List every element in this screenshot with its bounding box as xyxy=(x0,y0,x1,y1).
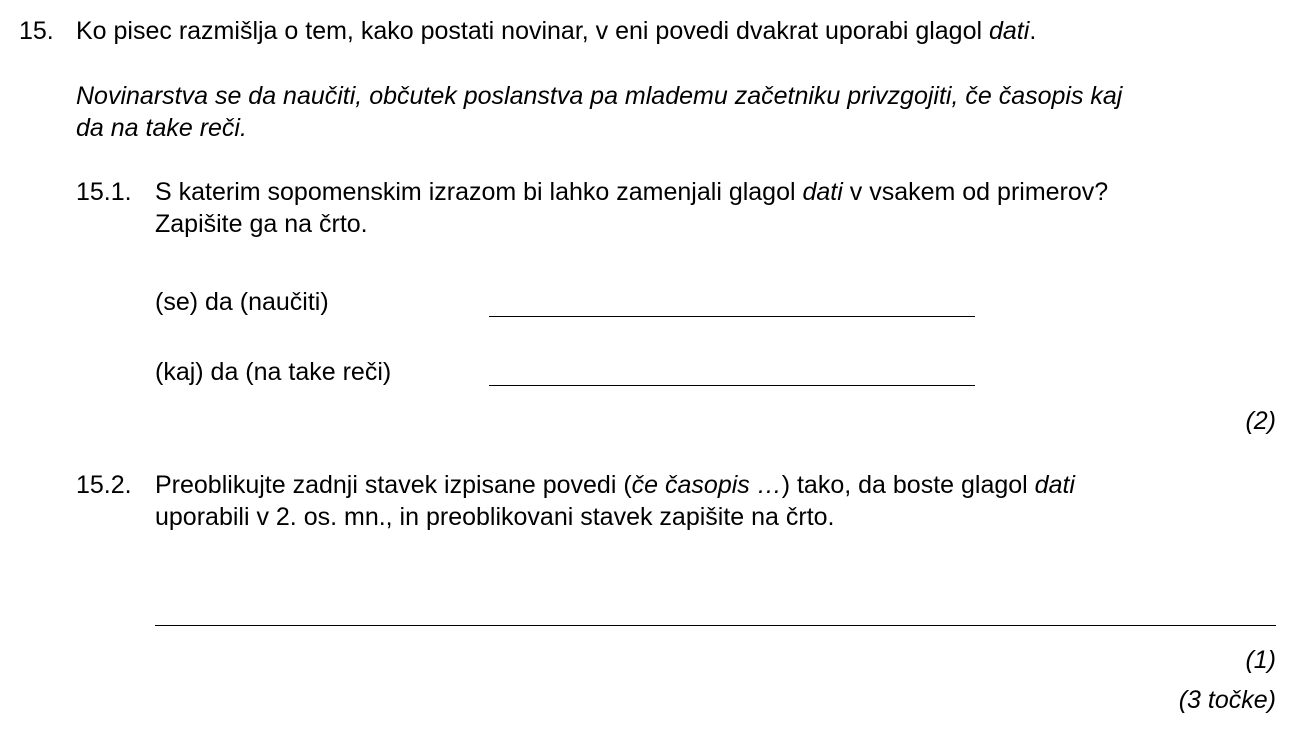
intro-verb: dati xyxy=(989,17,1030,45)
q15-2-verb: dati xyxy=(1034,471,1075,499)
question-15-1-line-2: Zapišite ga na črto. xyxy=(155,210,368,238)
points-15-1: (2) xyxy=(1245,407,1276,435)
answer-line-item-1[interactable] xyxy=(489,316,975,317)
answer-line-15-2[interactable] xyxy=(155,625,1276,626)
quoted-sentence-line-1: Novinarstva se da naučiti, občutek posla… xyxy=(76,82,1123,110)
q15-2-quote: če časopis … xyxy=(631,471,782,499)
q15-1-verb: dati xyxy=(802,178,843,206)
total-points: (3 točke) xyxy=(1178,686,1276,714)
question-15-2-line-2: uporabili v 2. os. mn., in preoblikovani… xyxy=(155,503,835,531)
item-2-label: (kaj) da (na take reči) xyxy=(155,358,392,386)
answer-line-item-2[interactable] xyxy=(489,385,975,386)
question-15-1-line-1: S katerim sopomenskim izrazom bi lahko z… xyxy=(155,176,1108,208)
question-number-15-1: 15.1. xyxy=(76,178,132,206)
question-number-15: 15. xyxy=(19,17,54,45)
q15-1-text-a: S katerim sopomenskim izrazom bi lahko z… xyxy=(155,178,803,206)
points-15-2: (1) xyxy=(1245,646,1276,674)
quoted-sentence-line-2: da na take reči. xyxy=(76,114,247,142)
question-number-15-2: 15.2. xyxy=(76,471,132,499)
intro-text: Ko pisec razmišlja o tem, kako postati n… xyxy=(76,17,989,45)
q15-2-text-a: Preoblikujte zadnji stavek izpisane pove… xyxy=(155,471,632,499)
intro-end: . xyxy=(1029,17,1037,45)
q15-1-text-b: v vsakem od primerov? xyxy=(842,178,1109,206)
question-15-2-line-1: Preoblikujte zadnji stavek izpisane pove… xyxy=(155,469,1075,501)
item-1-label: (se) da (naučiti) xyxy=(155,288,329,316)
q15-2-text-b: ) tako, da boste glagol xyxy=(781,471,1035,499)
question-15-intro: Ko pisec razmišlja o tem, kako postati n… xyxy=(76,15,1036,47)
